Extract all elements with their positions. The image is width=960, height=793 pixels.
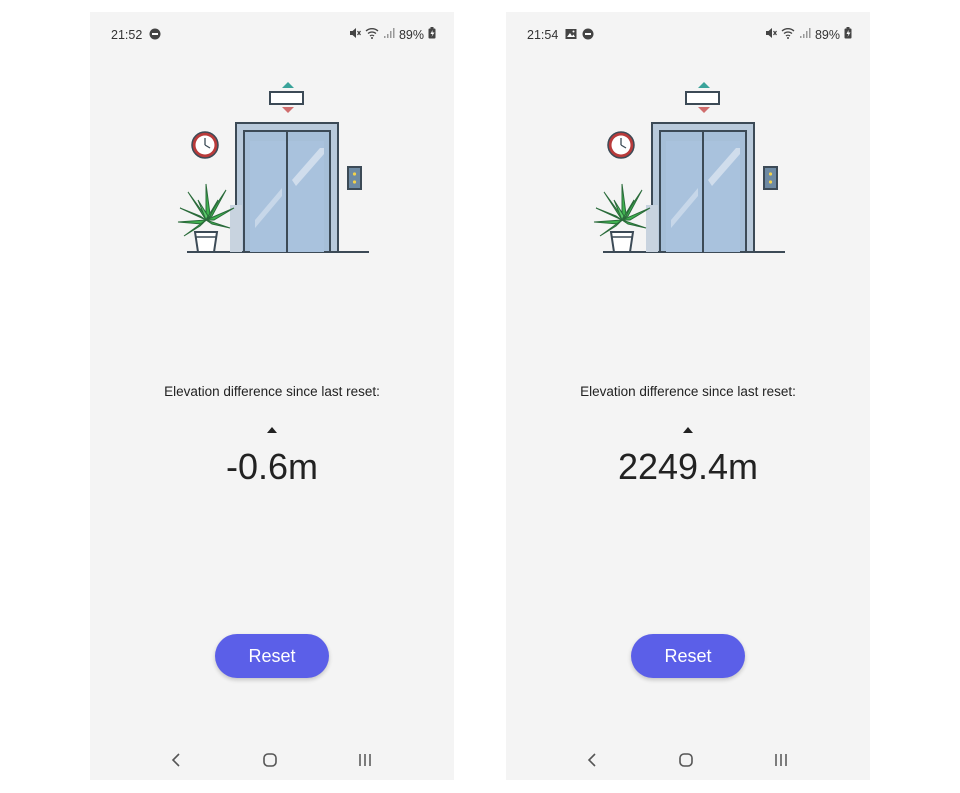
elevation-value: 2249.4m	[617, 446, 759, 487]
phone-screen-left: 21:52 89% Elevation difference since las…	[90, 12, 454, 780]
signal-icon	[799, 27, 811, 42]
reset-button[interactable]: Reset	[215, 634, 329, 678]
home-icon[interactable]	[674, 748, 698, 772]
notification-icon	[149, 28, 161, 43]
gallery-icon	[565, 28, 577, 43]
status-bar: 21:54 89%	[506, 12, 870, 56]
battery-percent: 89%	[398, 27, 424, 42]
elevation-label: Elevation difference since last reset:	[580, 384, 796, 399]
wifi-icon	[365, 27, 379, 42]
reset-button[interactable]: Reset	[631, 634, 745, 678]
elevation-value: -0.6m	[225, 446, 319, 487]
mute-icon	[349, 27, 361, 42]
recents-icon[interactable]	[769, 748, 793, 772]
back-icon[interactable]	[164, 748, 188, 772]
elevator-illustration	[586, 80, 796, 260]
navigation-bar	[90, 740, 454, 780]
arrow-up-icon	[683, 427, 693, 433]
elevation-label: Elevation difference since last reset:	[164, 384, 380, 399]
home-icon[interactable]	[258, 748, 282, 772]
battery-charging-icon	[844, 27, 852, 42]
battery-percent: 89%	[814, 27, 840, 42]
navigation-bar	[506, 740, 870, 780]
mute-icon	[765, 27, 777, 42]
status-bar: 21:52 89%	[90, 12, 454, 56]
arrow-up-icon	[267, 427, 277, 433]
battery-charging-icon	[428, 27, 436, 42]
elevator-illustration	[170, 80, 380, 260]
signal-icon	[383, 27, 395, 42]
recents-icon[interactable]	[353, 748, 377, 772]
notification-icon	[582, 28, 594, 43]
phone-screen-right: 21:54 89% Elevation difference since las…	[506, 12, 870, 780]
status-time: 21:54	[527, 28, 559, 42]
status-time: 21:52	[111, 28, 143, 42]
wifi-icon	[781, 27, 795, 42]
back-icon[interactable]	[580, 748, 604, 772]
